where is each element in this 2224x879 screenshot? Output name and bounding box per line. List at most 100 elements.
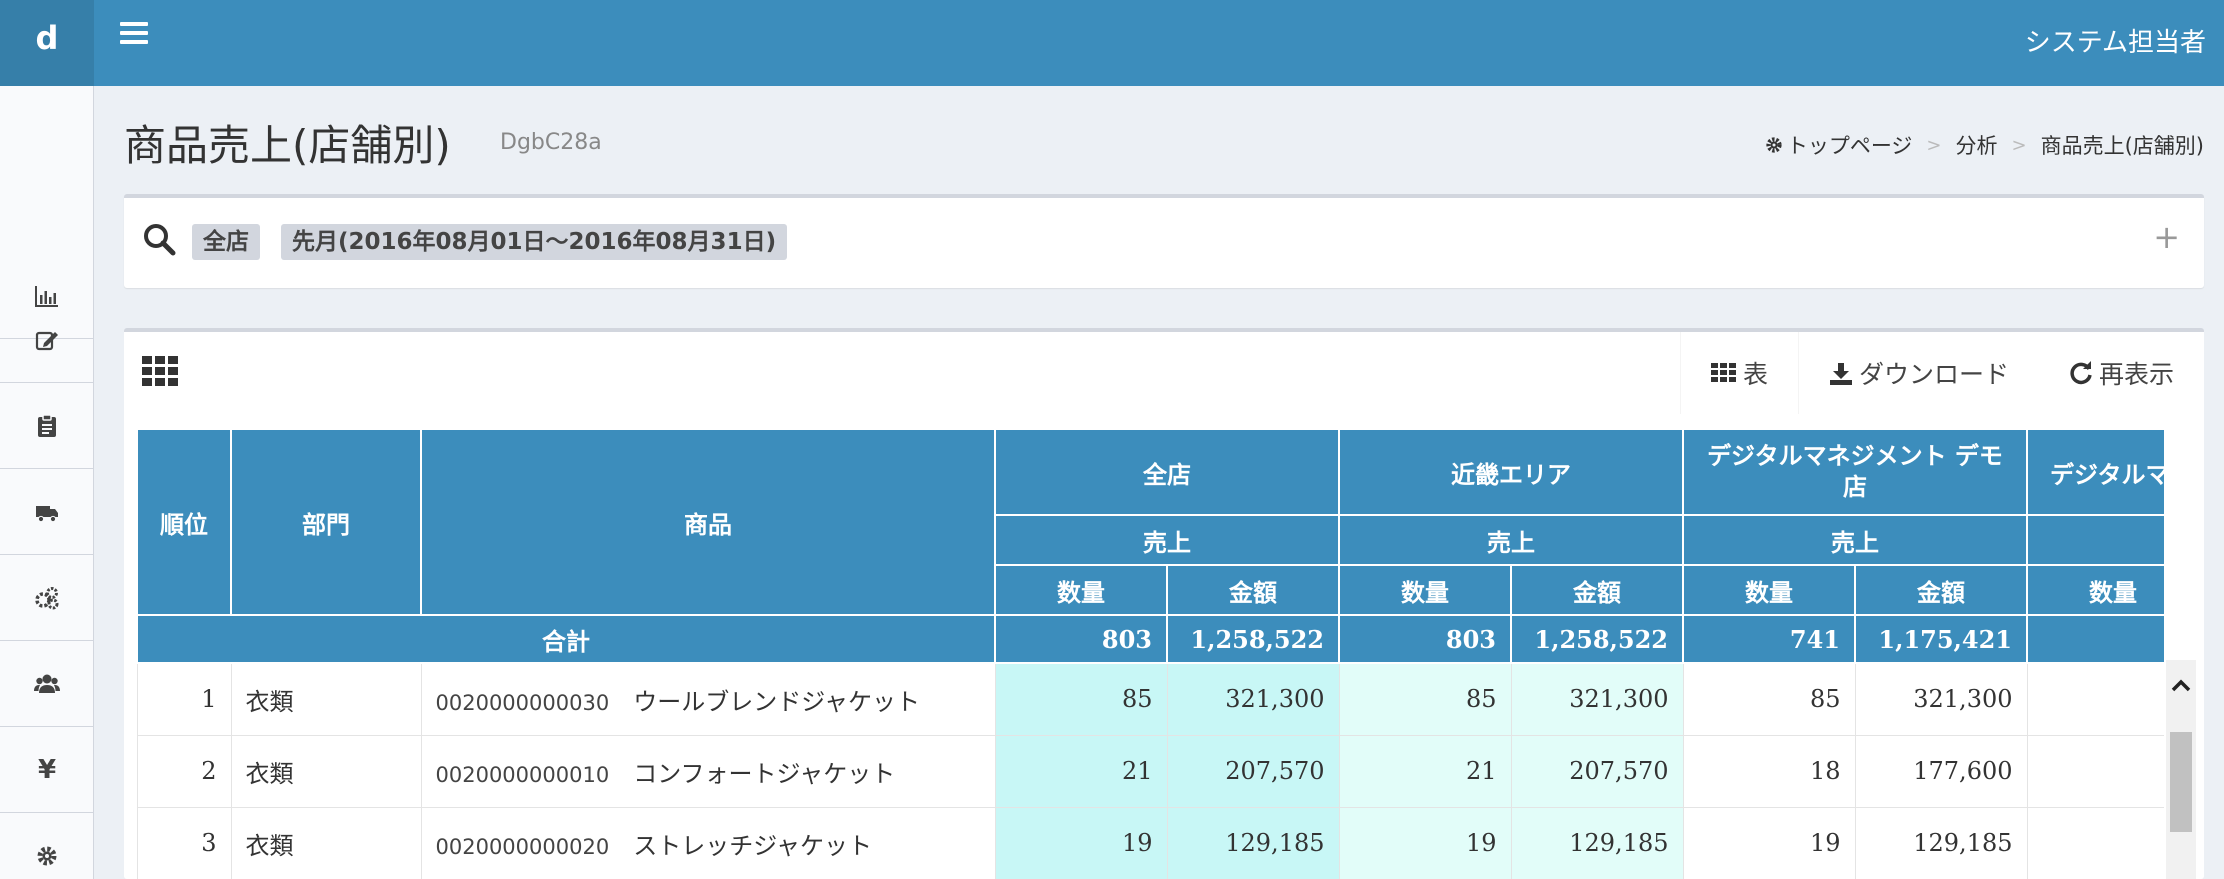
value-cell: 85 xyxy=(1338,662,1512,736)
value-cell: 321,300 xyxy=(1854,662,2028,736)
header-sales xyxy=(2026,514,2164,566)
app-logo[interactable]: d xyxy=(0,0,94,86)
value-cell: 21 xyxy=(1338,734,1512,808)
download-icon xyxy=(1829,363,1852,385)
value-cell: 129,185 xyxy=(1166,806,1340,879)
tab-download-label: ダウンロード xyxy=(1858,360,2009,389)
sidebar: ¥ xyxy=(0,86,94,879)
header-sales: 売上 xyxy=(994,514,1340,566)
header-amount[interactable]: 金額 xyxy=(1854,564,2028,616)
breadcrumb-section[interactable]: 分析 xyxy=(1956,130,1998,160)
tab-reload-label: 再表示 xyxy=(2098,360,2174,389)
header-sales: 売上 xyxy=(1338,514,1684,566)
product-name: ウールブレンドジャケット xyxy=(633,687,921,716)
search-icon[interactable] xyxy=(142,222,176,256)
tab-table-label: 表 xyxy=(1742,360,1768,389)
gear-icon xyxy=(37,846,57,865)
dept-cell: 衣類 xyxy=(230,806,422,879)
total-cell: 1,258,522 xyxy=(1166,614,1340,664)
cogs-icon xyxy=(35,586,59,609)
table-row[interactable]: 2 衣類 0020000000010 コンフォートジャケット 21 207,57… xyxy=(136,734,2164,808)
sidebar-item-clipboard[interactable] xyxy=(0,383,94,469)
total-cell: 6 xyxy=(2026,614,2164,664)
header-amount[interactable]: 金額 xyxy=(1510,564,1684,616)
header-rank[interactable]: 順位 xyxy=(136,428,232,616)
edit-icon xyxy=(35,331,58,350)
value-cell: 19 xyxy=(1338,806,1512,879)
menu-toggle-icon[interactable] xyxy=(120,22,148,50)
value-cell xyxy=(2026,806,2164,879)
header-store-kinki: 近畿エリア xyxy=(1338,428,1684,516)
dept-cell: 衣類 xyxy=(230,662,422,736)
clipboard-icon xyxy=(38,413,56,437)
table-row[interactable]: 1 衣類 0020000000030 ウールブレンドジャケット 85 321,3… xyxy=(136,662,2164,736)
rank-cell: 3 xyxy=(136,806,232,879)
sidebar-item-yen[interactable]: ¥ xyxy=(0,727,94,813)
header-dept[interactable]: 部門 xyxy=(230,428,422,616)
tab-table[interactable]: 表 xyxy=(1679,332,1799,414)
value-cell xyxy=(2026,662,2164,736)
header-qty[interactable]: 数量 xyxy=(994,564,1168,616)
product-code: 0020000000030 xyxy=(435,690,610,715)
yen-icon: ¥ xyxy=(37,754,57,785)
user-menu[interactable]: システム担当者 xyxy=(2025,22,2206,59)
table-row[interactable]: 3 衣類 0020000000020 ストレッチジャケット 19 129,185… xyxy=(136,806,2164,879)
filter-tag-store[interactable]: 全店 xyxy=(192,224,260,260)
header-amount[interactable]: 金額 xyxy=(1166,564,1340,616)
header-qty[interactable]: 数量 xyxy=(1682,564,1856,616)
header-qty[interactable]: 数量 xyxy=(2026,564,2164,616)
rank-cell: 1 xyxy=(136,662,232,736)
breadcrumb-home[interactable]: トップページ xyxy=(1765,130,1913,160)
header-product[interactable]: 商品 xyxy=(420,428,996,616)
breadcrumb-home-label: トップページ xyxy=(1786,134,1913,158)
value-cell: 85 xyxy=(994,662,1168,736)
header-store-demo2: デジタルマ xyxy=(2026,428,2164,516)
header-store-demo: デジタルマネジメント デモ店 xyxy=(1682,428,2028,516)
product-name: ストレッチジャケット xyxy=(633,831,873,860)
product-cell: 0020000000010 コンフォートジャケット xyxy=(420,734,996,808)
breadcrumb-separator: > xyxy=(1926,134,1942,156)
sidebar-item-settings[interactable] xyxy=(0,813,94,879)
value-cell xyxy=(2026,734,2164,808)
filter-tag-period[interactable]: 先月(2016年08月01日～2016年08月31日) xyxy=(281,224,788,260)
product-name: コンフォートジャケット xyxy=(633,759,896,788)
total-label: 合計 xyxy=(136,614,996,664)
refresh-icon xyxy=(2070,361,2092,385)
top-header: d システム担当者 xyxy=(0,0,2224,86)
tab-reload[interactable]: 再表示 xyxy=(2039,332,2204,414)
expand-filter-button[interactable]: + xyxy=(2153,218,2180,256)
product-code: 0020000000020 xyxy=(435,834,610,859)
truck-icon xyxy=(36,505,58,522)
tab-download[interactable]: ダウンロード xyxy=(1799,332,2039,414)
total-row: 合計 803 1,258,522 803 1,258,522 741 1,175… xyxy=(136,614,2164,664)
scroll-thumb[interactable] xyxy=(2170,732,2192,832)
page-subtitle: DgbC28a xyxy=(500,130,602,155)
header-store-all: 全店 xyxy=(994,428,1340,516)
sidebar-item-users[interactable] xyxy=(0,641,94,727)
table-box: 表 ダウンロード 再表示 順位 部門 商品 全店 近畿エリア デジタルマネジメン… xyxy=(124,328,2204,879)
value-cell: 19 xyxy=(1682,806,1856,879)
breadcrumb-separator: > xyxy=(2011,134,2027,156)
sidebar-item-delivery[interactable] xyxy=(0,469,94,555)
value-cell: 85 xyxy=(1682,662,1856,736)
filter-box: 全店 先月(2016年08月01日～2016年08月31日) + xyxy=(124,194,2204,288)
header-qty[interactable]: 数量 xyxy=(1338,564,1512,616)
sidebar-item-edit[interactable] xyxy=(0,297,94,383)
product-cell: 0020000000020 ストレッチジャケット xyxy=(420,806,996,879)
value-cell: 129,185 xyxy=(1510,806,1684,879)
rank-cell: 2 xyxy=(136,734,232,808)
value-cell: 129,185 xyxy=(1854,806,2028,879)
table-wrapper[interactable]: 順位 部門 商品 全店 近畿エリア デジタルマネジメント デモ店 デジタルマ 売… xyxy=(136,428,2164,879)
vertical-scrollbar[interactable] xyxy=(2166,660,2196,879)
value-cell: 177,600 xyxy=(1854,734,2028,808)
value-cell: 207,570 xyxy=(1510,734,1684,808)
value-cell: 18 xyxy=(1682,734,1856,808)
value-cell: 207,570 xyxy=(1166,734,1340,808)
sidebar-item-settings-group[interactable] xyxy=(0,555,94,641)
breadcrumb: トップページ > 分析 > 商品売上(店舗別) xyxy=(1765,130,2204,160)
product-cell: 0020000000030 ウールブレンドジャケット xyxy=(420,662,996,736)
value-cell: 19 xyxy=(994,806,1168,879)
chevron-up-icon[interactable] xyxy=(2169,674,2193,698)
total-cell: 1,175,421 xyxy=(1854,614,2028,664)
total-cell: 741 xyxy=(1682,614,1856,664)
